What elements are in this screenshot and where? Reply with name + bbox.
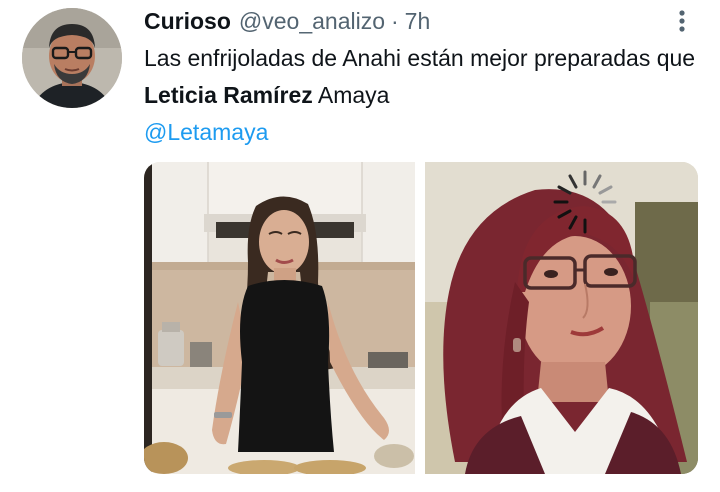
photo-woman-glasses	[425, 162, 698, 474]
timestamp[interactable]: 7h	[405, 6, 431, 36]
avatar-photo	[22, 8, 122, 108]
separator-dot: ·	[391, 8, 399, 34]
more-vertical-icon	[679, 10, 685, 32]
avatar[interactable]	[22, 8, 122, 108]
tweet-text-part1: Las enfrijoladas de Anahi están mejor pr…	[144, 45, 696, 71]
tweet-text: Las enfrijoladas de Anahi están mejor pr…	[144, 40, 704, 151]
tweet-text-part2: Amaya	[312, 82, 390, 108]
tweet[interactable]: Curioso @veo_analizo · 7h Las enfrijolad…	[0, 0, 720, 492]
mention-link[interactable]: @Letamaya	[144, 119, 268, 145]
media-image-left[interactable]	[144, 162, 415, 474]
tweet-header: Curioso @veo_analizo · 7h	[144, 6, 430, 36]
media-image-right[interactable]	[425, 162, 698, 474]
more-options-button[interactable]	[668, 4, 696, 38]
photo-woman-kitchen	[144, 162, 415, 474]
user-handle[interactable]: @veo_analizo	[239, 6, 385, 36]
display-name[interactable]: Curioso	[144, 6, 231, 36]
tweet-text-bold: Leticia Ramírez	[144, 82, 313, 108]
